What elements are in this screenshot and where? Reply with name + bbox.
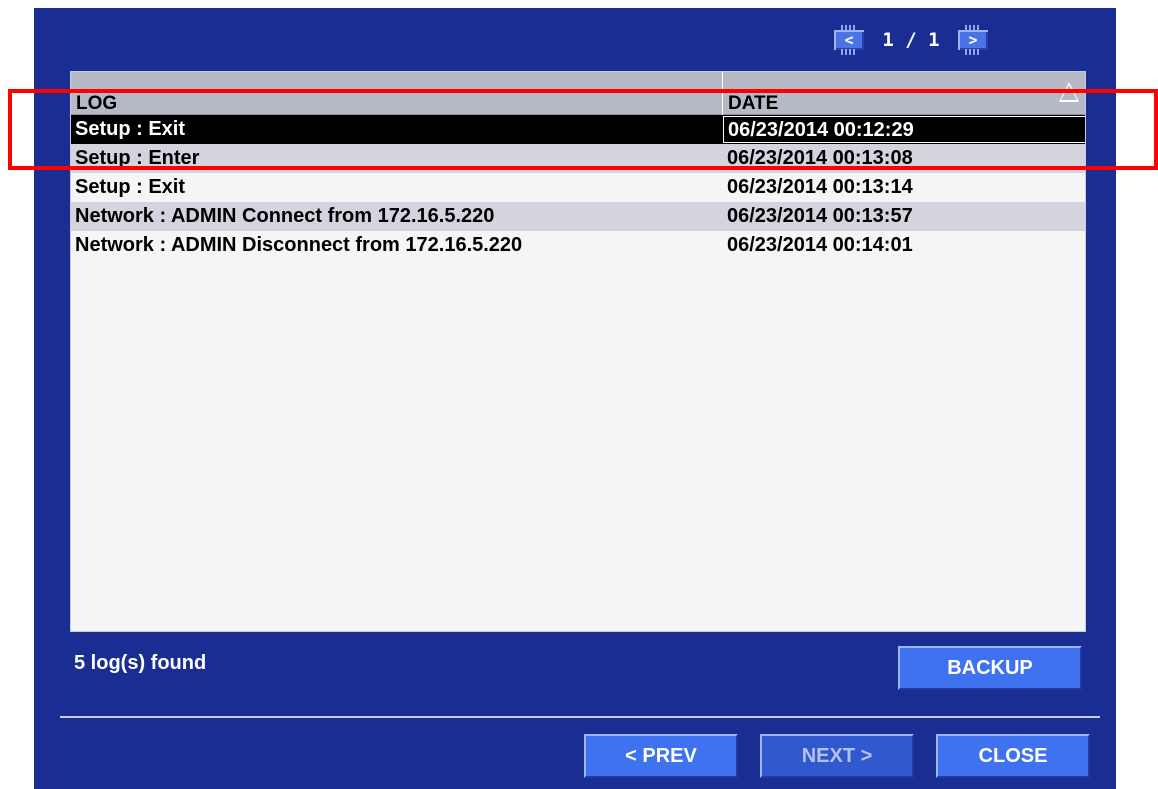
chevron-left-icon: < [844,31,854,49]
chevron-right-icon: > [968,31,978,49]
table-row[interactable]: Network : ADMIN Disconnect from 172.16.5… [71,231,1085,260]
close-button[interactable]: CLOSE [936,734,1090,778]
table-row[interactable]: Network : ADMIN Connect from 172.16.5.22… [71,202,1085,231]
highlight-frame [8,89,1158,170]
page-next-button[interactable]: > [958,25,988,55]
highlight-frame-edge [1120,89,1158,93]
pattern-dots [965,25,981,31]
divider [60,716,1100,718]
log-cell: Setup : Exit [75,176,186,198]
page-indicator: 1 / 1 [882,29,940,51]
prev-button[interactable]: < PREV [584,734,738,778]
log-cell: Network : ADMIN Disconnect from 172.16.5… [75,234,523,256]
date-cell: 06/23/2014 00:13:57 [727,205,913,227]
pattern-dots [841,49,857,55]
next-button[interactable]: NEXT > [760,734,914,778]
pattern-dots [841,25,857,31]
pager: < 1 / 1 > [834,25,988,55]
table-row[interactable]: Setup : Exit 06/23/2014 00:13:14 [71,173,1085,202]
date-cell: 06/23/2014 00:14:01 [727,234,913,256]
results-count: 5 log(s) found [74,652,207,674]
backup-button[interactable]: BACKUP [898,646,1082,690]
log-cell: Network : ADMIN Connect from 172.16.5.22… [75,205,495,227]
date-cell: 06/23/2014 00:13:14 [727,176,913,198]
page-prev-button[interactable]: < [834,25,864,55]
pattern-dots [965,49,981,55]
